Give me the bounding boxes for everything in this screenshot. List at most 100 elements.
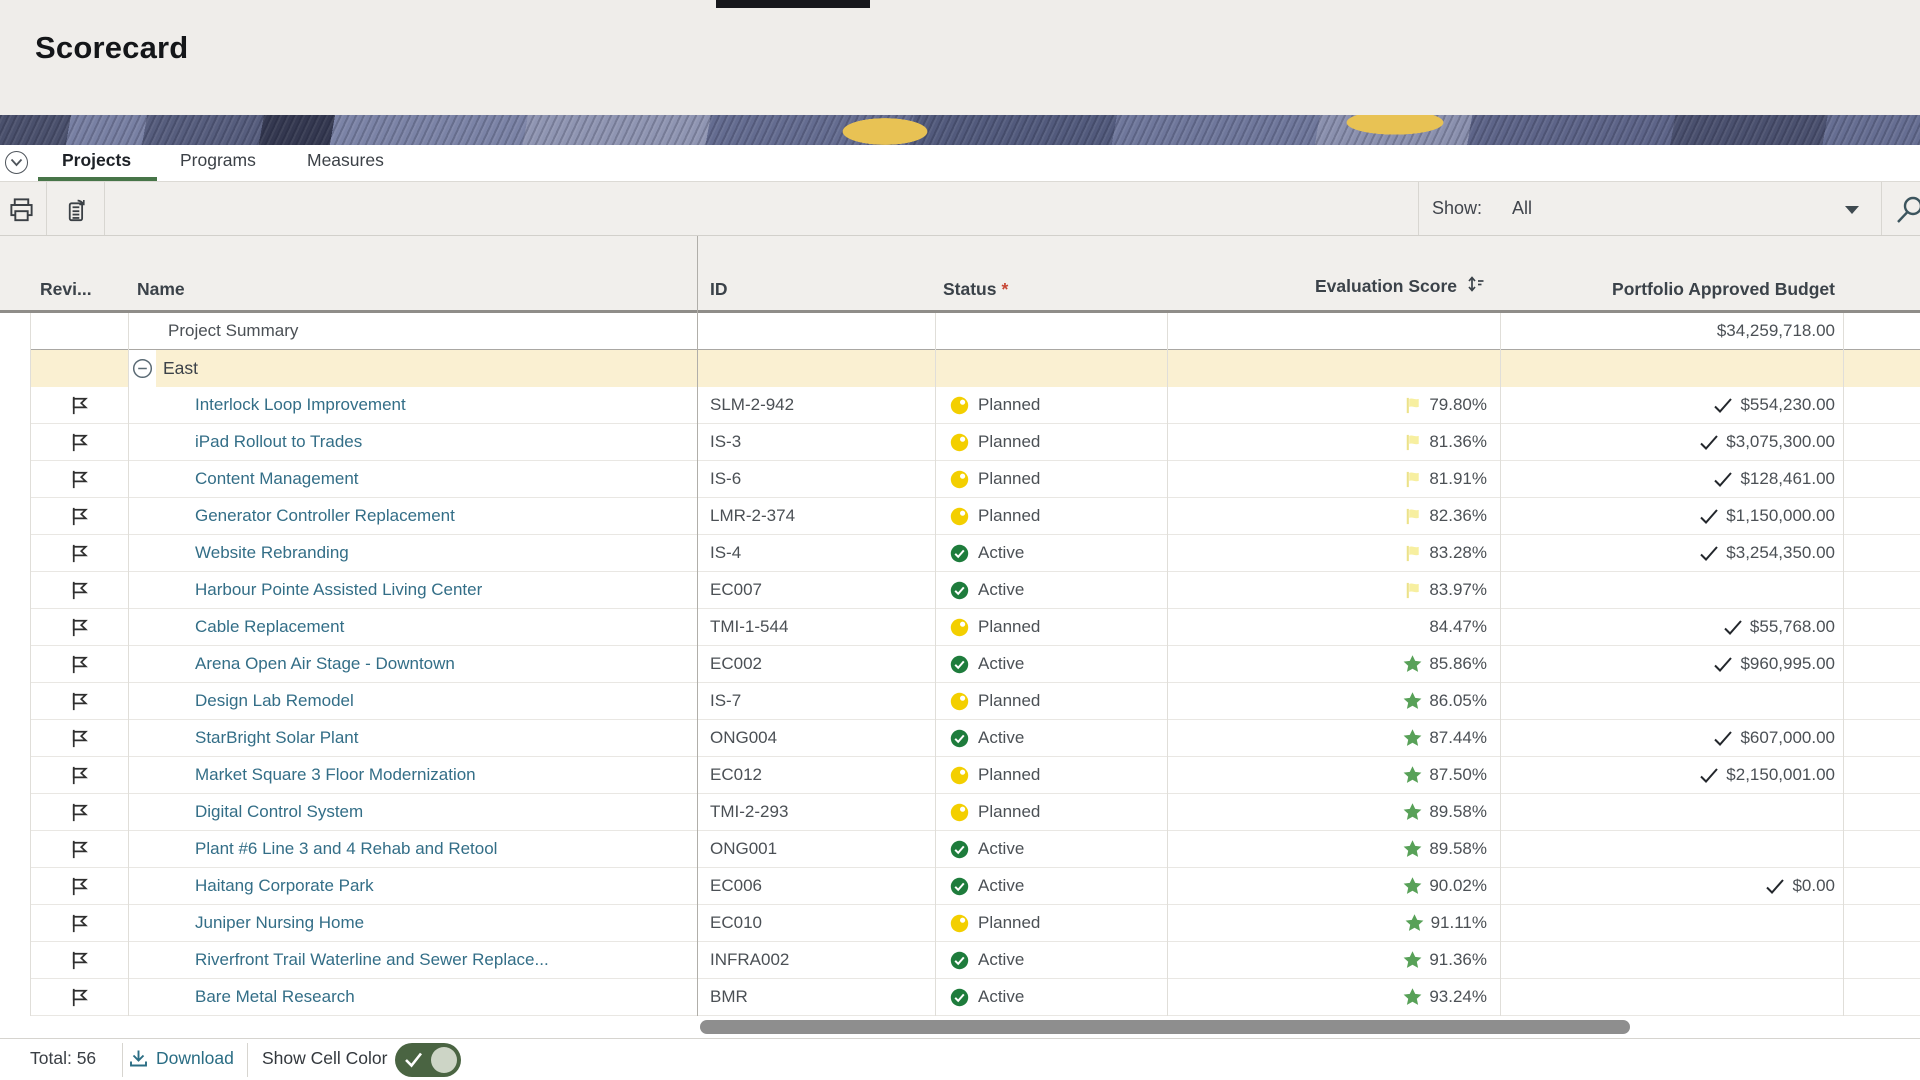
project-name-link[interactable]: Interlock Loop Improvement: [195, 395, 406, 415]
project-name-link[interactable]: Content Management: [195, 469, 359, 489]
column-header-review[interactable]: Revi...: [40, 279, 92, 300]
project-name-link[interactable]: Haitang Corporate Park: [195, 876, 374, 896]
sort-icon[interactable]: [1465, 273, 1487, 300]
collapse-button[interactable]: [128, 350, 156, 387]
column-header-id[interactable]: ID: [710, 279, 728, 300]
status-cell: Active: [935, 942, 1167, 978]
status-cell: Active: [935, 979, 1167, 1015]
review-flag-icon: [68, 949, 91, 972]
budget-check-icon: [1713, 397, 1733, 414]
table-row: Generator Controller ReplacementLMR-2-37…: [30, 498, 1920, 535]
review-cell[interactable]: [30, 498, 128, 534]
review-cell[interactable]: [30, 942, 128, 978]
review-cell[interactable]: [30, 905, 128, 941]
budget-cell: $960,995.00: [1500, 646, 1843, 682]
show-filter-value[interactable]: All: [1512, 198, 1532, 219]
project-name-link[interactable]: Harbour Pointe Assisted Living Center: [195, 580, 482, 600]
status-cell: Planned: [935, 905, 1167, 941]
toolbar: Show: All: [0, 181, 1920, 236]
table-row: Interlock Loop ImprovementSLM-2-942Plann…: [30, 387, 1920, 424]
project-name-link[interactable]: Design Lab Remodel: [195, 691, 354, 711]
budget-cell: $128,461.00: [1500, 461, 1843, 497]
status-cell: Active: [935, 720, 1167, 756]
review-cell[interactable]: [30, 535, 128, 571]
review-cell[interactable]: [30, 572, 128, 608]
app-header: Scorecard: [0, 0, 1920, 115]
project-name-link[interactable]: Cable Replacement: [195, 617, 344, 637]
empty-cell: [1843, 535, 1920, 571]
project-name-link[interactable]: Generator Controller Replacement: [195, 506, 455, 526]
evaluation-score-cell: 84.47%: [1167, 609, 1500, 645]
review-flag-icon: [68, 542, 91, 565]
chevron-down-icon[interactable]: [5, 151, 28, 174]
tab-measures[interactable]: Measures: [307, 150, 384, 171]
score-flag-icon: [1404, 507, 1423, 526]
printer-icon[interactable]: [8, 196, 35, 228]
budget-check-icon: [1699, 508, 1719, 525]
column-header-name[interactable]: Name: [137, 279, 185, 300]
review-cell[interactable]: [30, 757, 128, 793]
project-name-link[interactable]: Plant #6 Line 3 and 4 Rehab and Retool: [195, 839, 497, 859]
empty-cell: [1843, 757, 1920, 793]
review-cell[interactable]: [30, 683, 128, 719]
review-cell: [30, 313, 128, 349]
budget-check-icon: [1713, 730, 1733, 747]
review-cell[interactable]: [30, 424, 128, 460]
project-name-link[interactable]: Digital Control System: [195, 802, 363, 822]
review-cell[interactable]: [30, 646, 128, 682]
review-cell[interactable]: [30, 720, 128, 756]
project-name-link[interactable]: StarBright Solar Plant: [195, 728, 358, 748]
budget-cell: [1500, 572, 1843, 608]
status-icon: [950, 396, 969, 415]
evaluation-score-cell: 91.36%: [1167, 942, 1500, 978]
total-count: Total: 56: [30, 1048, 96, 1069]
table-row: Digital Control SystemTMI-2-293Planned89…: [30, 794, 1920, 831]
column-header-budget[interactable]: Portfolio Approved Budget: [1500, 279, 1835, 300]
review-cell[interactable]: [30, 831, 128, 867]
download-button[interactable]: Download: [128, 1048, 234, 1069]
review-cell[interactable]: [30, 794, 128, 830]
id-cell: SLM-2-942: [697, 387, 935, 423]
score-star-icon: [1402, 802, 1423, 823]
project-name-link[interactable]: Juniper Nursing Home: [195, 913, 364, 933]
tab-programs[interactable]: Programs: [180, 150, 256, 171]
project-name-link[interactable]: Bare Metal Research: [195, 987, 355, 1007]
evaluation-score-cell: 83.28%: [1167, 535, 1500, 571]
column-header-evaluation-score[interactable]: Evaluation Score: [1167, 273, 1487, 300]
status-icon: [950, 766, 969, 785]
review-flag-icon: [68, 875, 91, 898]
project-name-link[interactable]: Arena Open Air Stage - Downtown: [195, 654, 455, 674]
column-header-status[interactable]: Status*: [943, 279, 1008, 300]
name-cell: Riverfront Trail Waterline and Sewer Rep…: [128, 942, 697, 978]
project-name-link[interactable]: Market Square 3 Floor Modernization: [195, 765, 476, 785]
table-row: Design Lab RemodelIS-7Planned86.05%: [30, 683, 1920, 720]
show-cell-color-toggle[interactable]: [395, 1043, 461, 1077]
search-icon[interactable]: [1893, 194, 1920, 233]
review-cell[interactable]: [30, 387, 128, 423]
status-cell: Planned: [935, 461, 1167, 497]
review-cell[interactable]: [30, 868, 128, 904]
tab-projects[interactable]: Projects: [62, 150, 131, 171]
status-cell: Planned: [935, 794, 1167, 830]
name-cell: Design Lab Remodel: [128, 683, 697, 719]
budget-check-icon: [1713, 656, 1733, 673]
project-name-link[interactable]: iPad Rollout to Trades: [195, 432, 362, 452]
status-icon: [950, 581, 969, 600]
review-cell[interactable]: [30, 461, 128, 497]
review-cell[interactable]: [30, 609, 128, 645]
table-row: Website RebrandingIS-4Active83.28%$3,254…: [30, 535, 1920, 572]
id-cell: IS-3: [697, 424, 935, 460]
required-asterisk: *: [1001, 279, 1008, 299]
scrollbar-thumb[interactable]: [700, 1020, 1630, 1034]
project-name-link[interactable]: Website Rebranding: [195, 543, 349, 563]
table-row: Market Square 3 Floor ModernizationEC012…: [30, 757, 1920, 794]
table-row: iPad Rollout to TradesIS-3Planned81.36%$…: [30, 424, 1920, 461]
review-cell[interactable]: [30, 979, 128, 1015]
empty-cell: [1843, 461, 1920, 497]
table-row: Bare Metal ResearchBMRActive93.24%: [30, 979, 1920, 1016]
project-name-link[interactable]: Riverfront Trail Waterline and Sewer Rep…: [195, 950, 549, 970]
collapse-icon: [132, 358, 153, 379]
dropdown-caret-icon[interactable]: [1845, 206, 1859, 214]
recalculate-icon[interactable]: [63, 196, 90, 228]
summary-row: Project Summary$34,259,718.00: [30, 313, 1920, 350]
